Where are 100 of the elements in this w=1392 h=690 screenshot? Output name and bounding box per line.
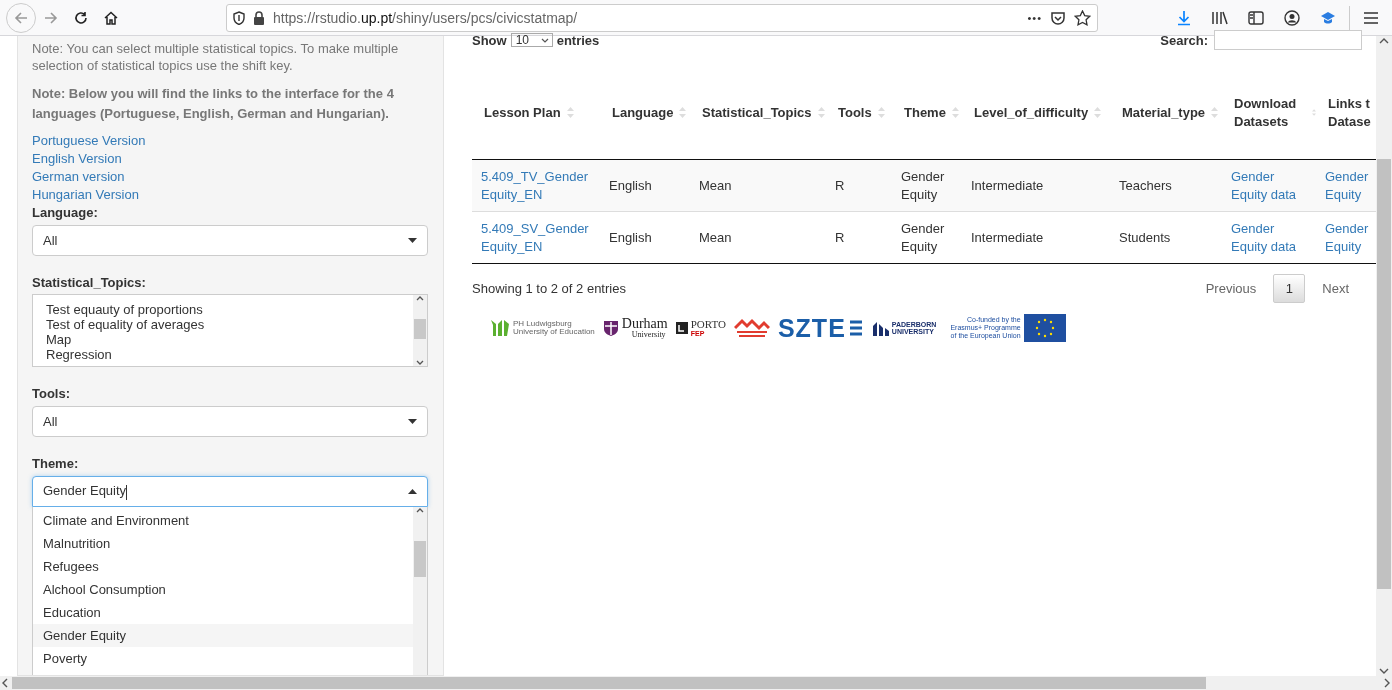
- scrollbar-thumb[interactable]: [414, 319, 426, 339]
- home-icon: [104, 10, 118, 25]
- pillars-icon: [490, 318, 510, 338]
- scroll-right-icon[interactable]: [1382, 678, 1392, 688]
- search-field[interactable]: [1214, 30, 1362, 50]
- scrollbar[interactable]: [413, 507, 427, 675]
- scrollbar[interactable]: [413, 295, 427, 366]
- language-link[interactable]: Hungarian Version: [32, 186, 139, 204]
- dropdown-option[interactable]: Gender Equity: [33, 624, 413, 647]
- table-cell: Gender Equity: [892, 159, 962, 212]
- column-header[interactable]: Language: [600, 66, 690, 160]
- language-link[interactable]: Portuguese Version: [32, 132, 146, 150]
- star-icon[interactable]: [1074, 9, 1091, 26]
- caret-icon: [408, 489, 417, 494]
- scroll-down-icon[interactable]: [416, 360, 424, 366]
- search-label: Search:: [1160, 32, 1208, 48]
- menu-icon: [1364, 11, 1378, 24]
- column-header[interactable]: Lesson Plan: [472, 66, 600, 160]
- roofline-icon: [733, 318, 770, 338]
- list-option[interactable]: Regression: [46, 347, 112, 362]
- previous-button[interactable]: Previous: [1192, 273, 1270, 303]
- table-cell: Mean: [690, 159, 826, 212]
- logo-text: SZTE: [777, 315, 846, 341]
- more-actions-icon[interactable]: •••: [1027, 11, 1042, 24]
- filter-label: Statistical_Topics:: [32, 275, 146, 290]
- filter-label: Tools:: [32, 386, 71, 401]
- dropdown-option[interactable]: Alchool Consumption: [33, 578, 413, 601]
- flag-icon: [1023, 314, 1066, 342]
- language-link[interactable]: German version: [32, 168, 125, 186]
- table-cell: English: [600, 159, 690, 212]
- scrollbar-thumb[interactable]: [1377, 159, 1391, 589]
- select-field[interactable]: All: [32, 406, 428, 437]
- download-icon: [1176, 9, 1192, 26]
- table-cell: R: [826, 159, 892, 212]
- column-header[interactable]: Download Datasets: [1222, 66, 1316, 160]
- table-cell: Mean: [690, 211, 826, 264]
- scrollbar[interactable]: [1376, 36, 1392, 676]
- table-cell: Students: [1110, 211, 1222, 264]
- scroll-left-icon[interactable]: [0, 678, 10, 688]
- table-cell: English: [600, 211, 690, 264]
- table-cell: Gender Equity: [892, 211, 962, 264]
- caret-icon: [408, 238, 417, 243]
- bars-icon: [848, 319, 863, 337]
- table-cell: Intermediate: [962, 159, 1110, 212]
- library-icon: [1211, 9, 1229, 26]
- url-text[interactable]: https://rstudio.up.pt/shiny/users/pcs/civicstatmap/: [273, 9, 1020, 26]
- column-header[interactable]: Tools: [826, 66, 892, 160]
- list-option[interactable]: Test equauty of proportions: [46, 302, 203, 317]
- list-option[interactable]: Map: [46, 332, 72, 347]
- square-icon: [675, 320, 688, 336]
- crest-icon: [602, 319, 619, 337]
- account-icon: [1284, 9, 1300, 26]
- filter-label: Language:: [32, 205, 98, 220]
- scroll-down-icon[interactable]: [1379, 666, 1389, 676]
- select-field[interactable]: Gender Equity: [32, 476, 428, 507]
- list-option[interactable]: Test of equality of averages: [46, 317, 205, 332]
- pocket-icon[interactable]: [1050, 9, 1066, 26]
- column-header[interactable]: Level_of_difficulty: [962, 66, 1110, 160]
- column-header[interactable]: Material_type: [1110, 66, 1222, 160]
- dropdown-option[interactable]: Malnutrition: [33, 532, 413, 555]
- filter-label: Theme:: [32, 456, 79, 471]
- scrollbar-thumb[interactable]: [414, 541, 426, 577]
- logo-text: PH Ludwigsburg University of Education: [513, 320, 595, 336]
- shield-icon[interactable]: [233, 10, 245, 25]
- table-cell: Teachers: [1110, 159, 1222, 212]
- table-link[interactable]: 5.409_SV_Gender Equity_EN: [481, 219, 594, 256]
- dropdown-option[interactable]: Education: [33, 601, 413, 624]
- next-button[interactable]: Next: [1309, 273, 1362, 303]
- caret-icon: [408, 419, 417, 424]
- select-field[interactable]: All: [32, 225, 428, 256]
- table-info: Showing 1 to 2 of 2 entries: [472, 280, 626, 296]
- page-button[interactable]: 1: [1273, 273, 1306, 303]
- graduation-cap-icon: [1320, 10, 1336, 25]
- dropdown-option[interactable]: Poverty: [33, 647, 413, 670]
- scroll-up-icon[interactable]: [416, 507, 424, 513]
- scroll-up-icon[interactable]: [416, 295, 424, 301]
- show-label: Show: [472, 32, 507, 48]
- forward-icon: [44, 10, 58, 25]
- entries-label: entries: [556, 32, 600, 48]
- lock-icon[interactable]: [253, 10, 265, 25]
- back-icon: [14, 10, 28, 25]
- chevron-icon: [540, 37, 549, 43]
- dropdown-option[interactable]: Climate and Environment: [33, 509, 413, 532]
- table-cell: R: [826, 211, 892, 264]
- address-bar[interactable]: https://rstudio.up.pt/shiny/users/pcs/civicstatmap/ •••: [226, 3, 1098, 32]
- table-link[interactable]: Gender Equity: [1325, 219, 1370, 256]
- reload-icon: [74, 10, 88, 25]
- column-header[interactable]: Theme: [892, 66, 962, 160]
- note-text: Note: Below you will find the links to the interface for the 4 languages (Portuguese, English, German and Hungarian).: [32, 85, 395, 123]
- language-link[interactable]: English Version: [32, 150, 122, 168]
- scrollbar[interactable]: [0, 676, 1392, 690]
- logo-text: Durham University: [621, 317, 668, 339]
- list-box[interactable]: Test equauty of proportions Test of equality of averages Map Regression: [32, 294, 428, 367]
- scroll-up-icon[interactable]: [1379, 36, 1389, 46]
- column-header[interactable]: Statistical_Topics: [690, 66, 826, 160]
- dropdown-option[interactable]: Refugees: [33, 555, 413, 578]
- scrollbar-thumb[interactable]: [12, 677, 1206, 689]
- page-size-select[interactable]: 10: [510, 33, 553, 47]
- note-text: Note: You can select multiple statistical topics. To make multiple selection of statistical topics use the shift key.: [32, 40, 400, 74]
- table-link[interactable]: Gender Equity data: [1231, 219, 1310, 256]
